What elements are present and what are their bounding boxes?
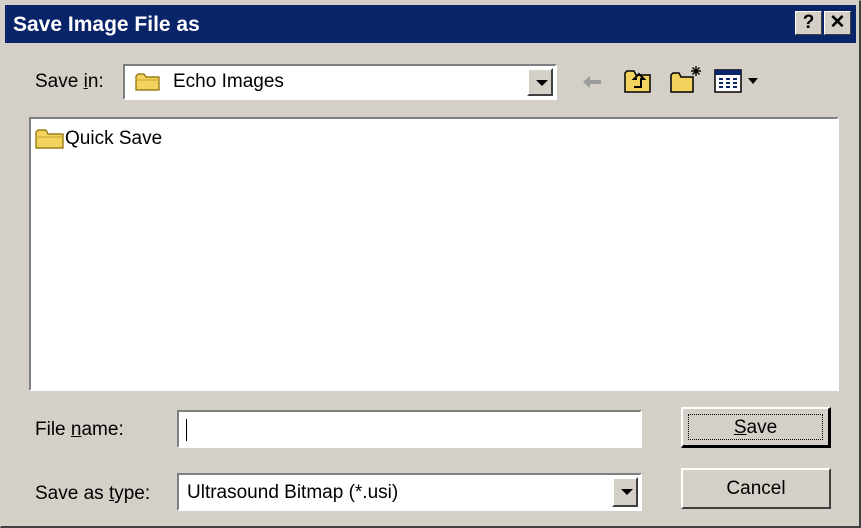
close-button[interactable]: ✕ (824, 11, 851, 35)
save-as-type-label: Save as type: (35, 483, 151, 504)
list-item[interactable]: Quick Save (35, 127, 162, 151)
chevron-down-icon (621, 489, 633, 495)
text-cursor (186, 419, 187, 441)
help-button[interactable]: ? (795, 11, 822, 35)
save-in-value: Echo Images (173, 71, 284, 92)
save-button[interactable]: Save (681, 407, 831, 448)
save-in-dropdown-button[interactable] (527, 68, 553, 96)
save-as-type-value: Ultrasound Bitmap (*.usi) (187, 482, 399, 503)
save-as-type-combo[interactable]: Ultrasound Bitmap (*.usi) (177, 473, 642, 511)
save-in-combo[interactable]: Echo Images (123, 64, 557, 100)
save-as-type-dropdown-button[interactable] (612, 477, 638, 507)
back-arrow-icon[interactable] (579, 71, 605, 99)
title-bar[interactable]: Save Image File as ? ✕ (5, 5, 856, 43)
up-one-level-icon[interactable] (623, 67, 653, 101)
list-item-label: Quick Save (65, 128, 163, 149)
file-name-label: File name: (35, 419, 124, 440)
chevron-down-icon (536, 80, 548, 86)
folder-icon (35, 128, 65, 150)
folder-icon (135, 72, 161, 98)
file-list[interactable]: Quick Save (29, 117, 839, 391)
save-image-dialog: Save Image File as ? ✕ Save in: Echo Ima… (0, 0, 861, 528)
dialog-title: Save Image File as (13, 13, 200, 36)
cancel-button[interactable]: Cancel (681, 468, 831, 509)
save-in-label: Save in: (35, 71, 104, 92)
file-name-field[interactable] (177, 410, 642, 448)
new-folder-icon[interactable] (669, 63, 703, 101)
focus-ring (688, 414, 823, 440)
view-menu-icon[interactable] (713, 68, 769, 100)
